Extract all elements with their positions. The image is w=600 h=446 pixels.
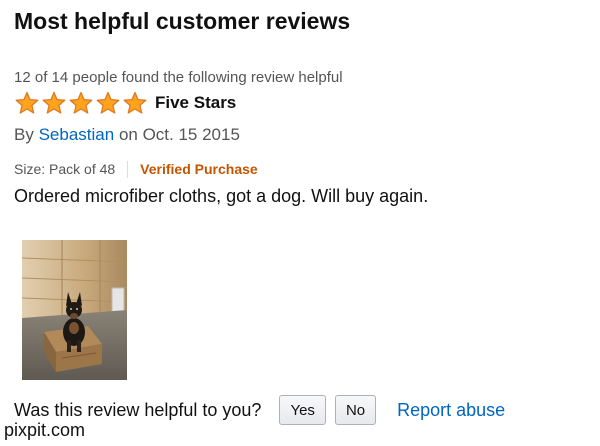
- review-title[interactable]: Five Stars: [155, 93, 236, 113]
- review-body: Ordered microfiber cloths, got a dog. Wi…: [14, 186, 429, 206]
- meta-divider: [127, 160, 129, 178]
- no-button[interactable]: No: [334, 395, 377, 425]
- star-rating[interactable]: [14, 91, 149, 115]
- verified-purchase-badge: Verified Purchase: [140, 161, 258, 177]
- helpful-count: 12 of 14 people found the following revi…: [14, 69, 343, 86]
- by-prefix: By: [14, 125, 34, 144]
- yes-button[interactable]: Yes: [279, 395, 326, 425]
- review: 12 of 14 people found the following revi…: [14, 68, 584, 208]
- star-icon: [95, 91, 121, 115]
- dog-photo: [22, 240, 127, 380]
- rating-row: Five Stars: [14, 90, 584, 116]
- size-variant: Size: Pack of 48: [14, 161, 116, 177]
- star-icon: [14, 91, 40, 115]
- review-image[interactable]: [22, 240, 127, 380]
- report-abuse-link[interactable]: Report abuse: [397, 400, 505, 421]
- byline: By Sebastian on Oct. 15 2015: [14, 124, 584, 146]
- star-icon: [122, 91, 148, 115]
- review-meta: Size: Pack of 48 Verified Purchase: [14, 160, 584, 178]
- review-date: on Oct. 15 2015: [118, 125, 240, 144]
- helpful-vote-row: Was this review helpful to you? Yes No R…: [14, 394, 505, 426]
- watermark-text: pixpit.com: [2, 420, 88, 441]
- star-icon: [68, 91, 94, 115]
- star-icon: [41, 91, 67, 115]
- author-link[interactable]: Sebastian: [39, 125, 115, 144]
- section-title: Most helpful customer reviews: [14, 8, 351, 34]
- helpful-question: Was this review helpful to you?: [14, 399, 262, 420]
